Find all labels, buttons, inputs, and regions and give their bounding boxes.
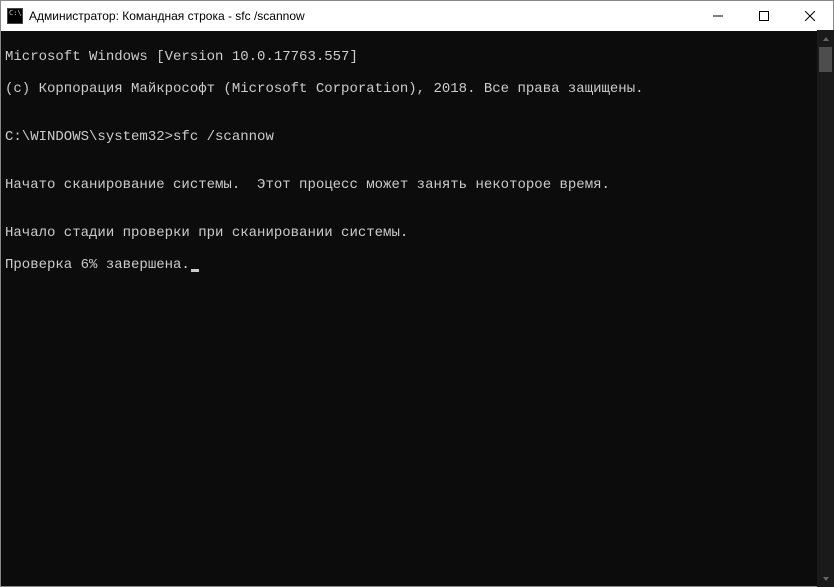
chevron-down-icon xyxy=(822,575,830,583)
window-controls xyxy=(695,1,833,31)
close-button[interactable] xyxy=(787,1,833,31)
app-icon xyxy=(7,8,23,24)
minimize-button[interactable] xyxy=(695,1,741,31)
console-line: Начало стадии проверки при сканировании … xyxy=(5,225,829,241)
progress-line: Проверка 6% завершена. xyxy=(5,257,829,273)
window-title: Администратор: Командная строка - sfc /s… xyxy=(29,9,695,23)
scroll-up-button[interactable] xyxy=(817,30,834,47)
close-icon xyxy=(805,11,815,21)
scroll-down-button[interactable] xyxy=(817,570,834,587)
command-prompt-window: Администратор: Командная строка - sfc /s… xyxy=(0,0,834,587)
vertical-scrollbar[interactable] xyxy=(817,30,834,587)
maximize-icon xyxy=(759,11,769,21)
console-line: Microsoft Windows [Version 10.0.17763.55… xyxy=(5,49,829,65)
minimize-icon xyxy=(713,11,723,21)
console-line: (c) Корпорация Майкрософт (Microsoft Cor… xyxy=(5,81,829,97)
console-line: Начато сканирование системы. Этот процес… xyxy=(5,177,829,193)
chevron-up-icon xyxy=(822,35,830,43)
titlebar[interactable]: Администратор: Командная строка - sfc /s… xyxy=(1,1,833,31)
prompt-line: C:\WINDOWS\system32>sfc /scannow xyxy=(5,129,829,145)
text-cursor xyxy=(191,269,199,272)
scrollbar-track[interactable] xyxy=(817,47,834,570)
console-area[interactable]: Microsoft Windows [Version 10.0.17763.55… xyxy=(1,31,833,586)
maximize-button[interactable] xyxy=(741,1,787,31)
progress-text: Проверка 6% завершена. xyxy=(5,257,190,273)
scrollbar-thumb[interactable] xyxy=(819,47,832,72)
